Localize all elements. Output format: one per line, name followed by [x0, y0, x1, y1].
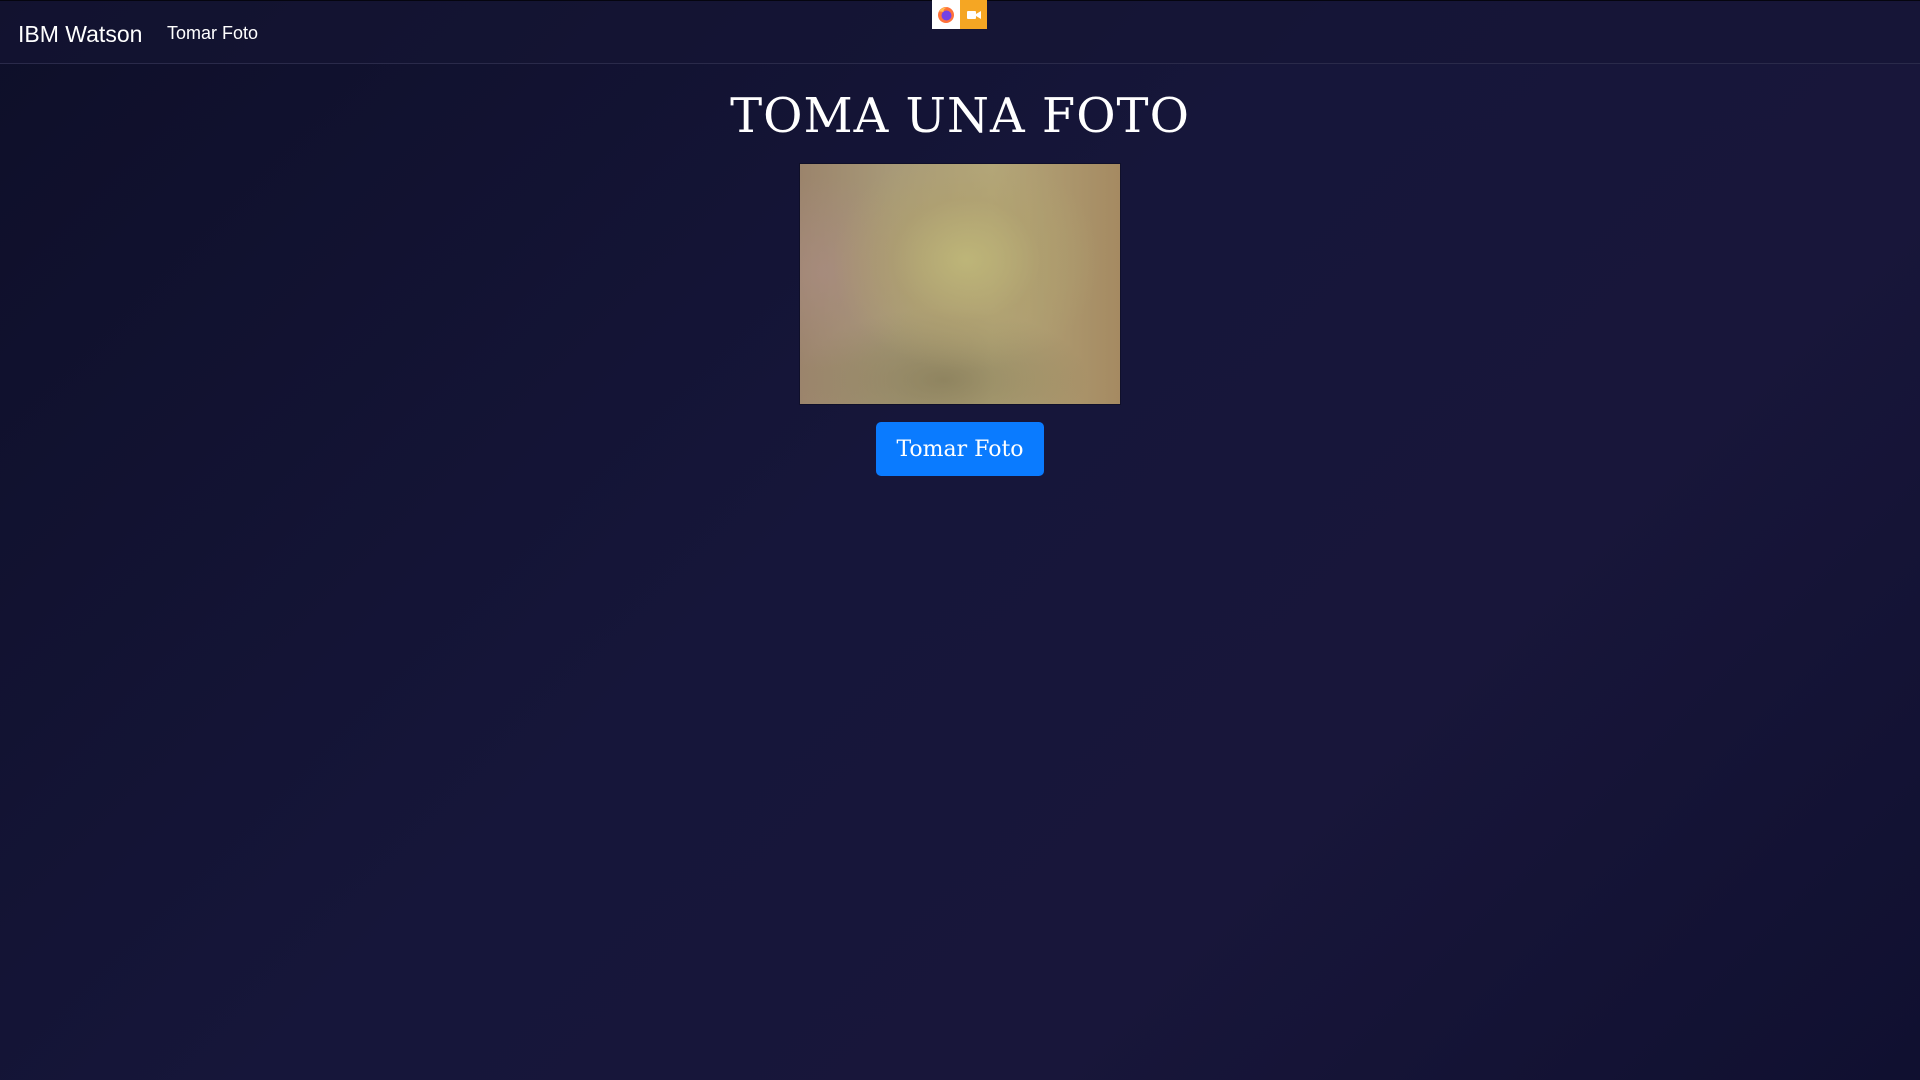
firefox-icon — [932, 0, 960, 29]
page-title: TOMA UNA FOTO — [730, 88, 1190, 144]
navbar-brand[interactable]: IBM Watson — [18, 21, 142, 48]
webcam-preview — [800, 164, 1120, 404]
sharing-indicator[interactable] — [932, 0, 987, 29]
take-photo-button[interactable]: Tomar Foto — [876, 422, 1044, 476]
video-camera-icon — [960, 0, 987, 29]
nav-link-tomar-foto[interactable]: Tomar Foto — [167, 23, 258, 44]
